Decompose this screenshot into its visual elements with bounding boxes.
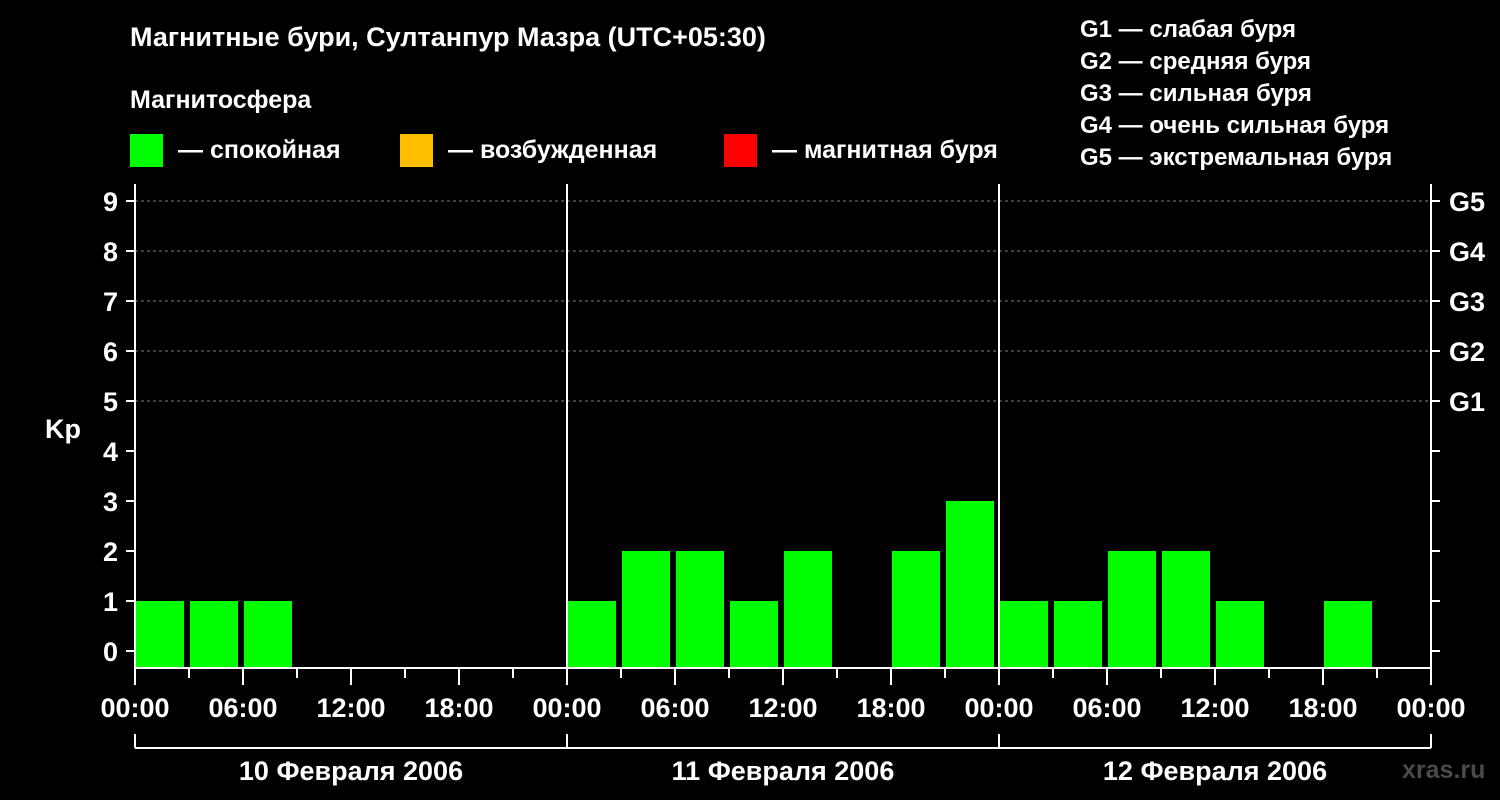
kp-bar [190, 601, 238, 668]
x-tick-label: 00:00 [1396, 693, 1465, 723]
x-tick-label: 18:00 [1288, 693, 1357, 723]
y-tick-label: 7 [103, 287, 118, 317]
x-tick-label: 18:00 [424, 693, 493, 723]
y-tick-label: 2 [103, 537, 118, 567]
x-tick-label: 18:00 [856, 693, 925, 723]
kp-bar [1324, 601, 1372, 668]
y-axis-title: Kp [45, 414, 81, 444]
kp-bar [244, 601, 292, 668]
x-tick-label: 00:00 [532, 693, 601, 723]
kp-bar [568, 601, 616, 668]
y-tick-label: 3 [103, 487, 118, 517]
kp-bar [946, 501, 994, 668]
y-tick-label: 0 [103, 637, 118, 667]
y-tick-label: 4 [103, 437, 118, 467]
day-label: 12 Февраля 2006 [1103, 756, 1327, 786]
y-tick-label: 8 [103, 237, 118, 267]
x-tick-label: 06:00 [1072, 693, 1141, 723]
kp-bar [1108, 551, 1156, 668]
kp-bar-chart: 0 1 2 3 4 5 6 7 8 9 G1 G2 G3 G4 G5 Kp 00:00 06:00 12:00 18:… [45, 184, 1485, 786]
x-tick-label: 12:00 [748, 693, 817, 723]
watermark: xras.ru [1402, 756, 1486, 784]
x-tick-label: 12:00 [1180, 693, 1249, 723]
kp-bar [1216, 601, 1264, 668]
kp-bar [1000, 601, 1048, 668]
x-tick-label: 06:00 [640, 693, 709, 723]
y-tick-label: 5 [103, 387, 118, 417]
x-tick-label: 00:00 [964, 693, 1033, 723]
kp-bar [892, 551, 940, 668]
g-tick-label: G2 [1449, 337, 1485, 367]
kp-bar [730, 601, 778, 668]
x-tick-label: 06:00 [208, 693, 277, 723]
kp-bar [676, 551, 724, 668]
day-label: 10 Февраля 2006 [239, 756, 463, 786]
y-tick-label: 1 [103, 587, 118, 617]
kp-bar [622, 551, 670, 668]
x-tick-label: 12:00 [316, 693, 385, 723]
kp-bar [784, 551, 832, 668]
g-tick-label: G1 [1449, 387, 1485, 417]
y-tick-label: 6 [103, 337, 118, 367]
g-tick-label: G4 [1449, 237, 1485, 267]
kp-bar [136, 601, 184, 668]
g-tick-label: G3 [1449, 287, 1485, 317]
y-tick-label: 9 [103, 187, 118, 217]
day-label: 11 Февраля 2006 [672, 756, 895, 786]
x-tick-label: 00:00 [100, 693, 169, 723]
kp-bar [1162, 551, 1210, 668]
kp-bar [1054, 601, 1102, 668]
g-tick-label: G5 [1449, 187, 1485, 217]
